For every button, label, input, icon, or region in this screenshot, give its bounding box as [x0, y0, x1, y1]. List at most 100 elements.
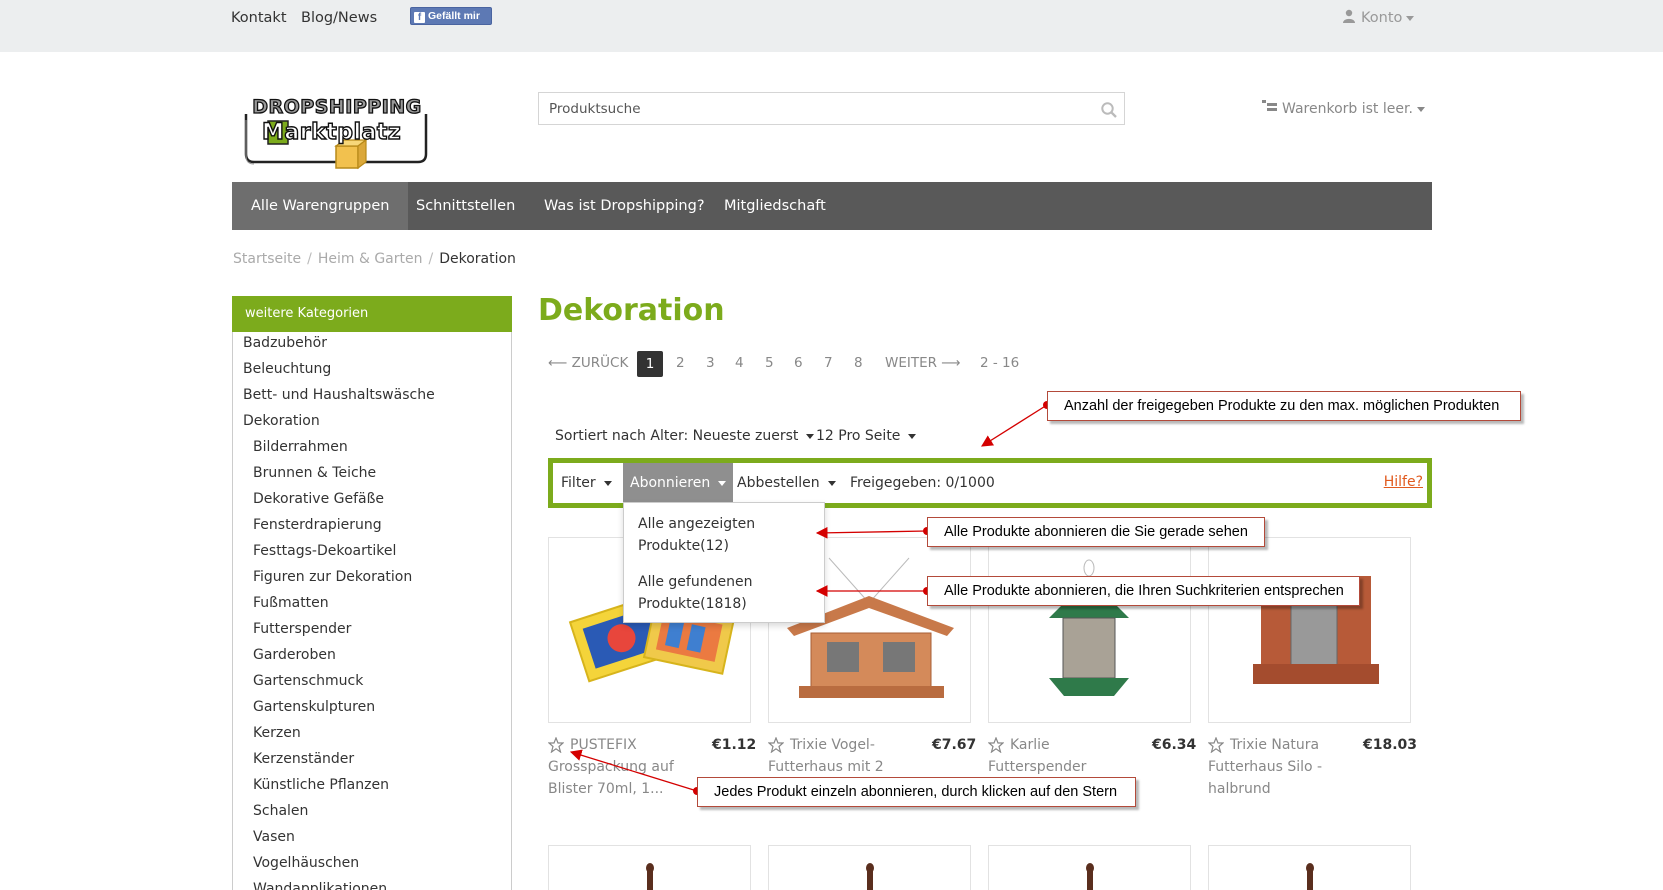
product-title[interactable]: PUSTEFIX Grosspackung auf Blister 70ml, …	[548, 734, 698, 800]
sidebar-subitem[interactable]: Gartenskulpturen	[253, 699, 375, 715]
facebook-like-button[interactable]: f Gefällt mir	[410, 7, 492, 25]
sidebar-subitem[interactable]: Figuren zur Dekoration	[253, 569, 412, 585]
main-nav: Alle Warengruppen Schnittstellen Was ist…	[232, 182, 1432, 230]
facebook-icon: f	[414, 12, 425, 23]
pagination-page-3[interactable]: 3	[706, 355, 715, 371]
user-icon	[1343, 9, 1355, 23]
category-sidebar: Badzubehör Beleuchtung Bett- und Haushal…	[232, 332, 512, 890]
hilfe-link[interactable]: Hilfe?	[1384, 463, 1423, 501]
pagination-page-6[interactable]: 6	[794, 355, 803, 371]
product-image[interactable]	[988, 537, 1191, 723]
cart-icon	[1262, 100, 1277, 111]
sidebar-subitem[interactable]: Kerzen	[253, 725, 301, 741]
menu-item-alle-gefundenen[interactable]: Alle gefundenen Produkte(1818)	[638, 571, 818, 615]
cart-label: Warenkorb ist leer.	[1282, 101, 1413, 117]
sidebar-item-bett-haushaltswaesche[interactable]: Bett- und Haushaltswäsche	[243, 387, 435, 403]
sidebar-subitem[interactable]: Vogelhäuschen	[253, 855, 359, 871]
nav-item-alle-warengruppen[interactable]: Alle Warengruppen	[232, 182, 409, 230]
abonnieren-label: Abonnieren	[630, 475, 711, 491]
sidebar-subitem[interactable]: Garderoben	[253, 647, 336, 663]
abbestellen-label: Abbestellen	[737, 475, 820, 491]
filter-label: Filter	[561, 475, 596, 491]
sidebar-subitem[interactable]: Schalen	[253, 803, 308, 819]
product-title[interactable]: Trixie Vogel-Futterhaus mit 2	[768, 734, 918, 778]
search-input[interactable]	[539, 93, 1079, 124]
product-image[interactable]	[1208, 537, 1411, 723]
pagination-page-4[interactable]: 4	[735, 355, 744, 371]
sidebar-item-badzubehoer[interactable]: Badzubehör	[243, 335, 327, 351]
pagination-page-5[interactable]: 5	[765, 355, 774, 371]
nav-item-was-ist-dropshipping[interactable]: Was ist Dropshipping?	[525, 182, 724, 230]
blog-news-link[interactable]: Blog/News	[301, 10, 377, 26]
chevron-down-icon	[827, 480, 836, 486]
filter-dropdown[interactable]: Filter	[561, 463, 612, 503]
sidebar-subitem[interactable]: Futterspender	[253, 621, 351, 637]
sidebar-subitem[interactable]: Fensterdrapierung	[253, 517, 382, 533]
menu-item-alle-angezeigten[interactable]: Alle angezeigten Produkte(12)	[638, 513, 818, 557]
logo[interactable]: DROPSHIPPING Marktplatz	[240, 95, 434, 180]
cart-menu[interactable]: Warenkorb ist leer.	[1262, 100, 1425, 117]
sidebar-subitem[interactable]: Fußmatten	[253, 595, 329, 611]
sidebar-subitem[interactable]: Vasen	[253, 829, 295, 845]
chevron-down-icon	[1416, 106, 1425, 112]
sidebar-item-dekoration[interactable]: Dekoration	[243, 413, 320, 429]
chevron-down-icon	[1406, 15, 1415, 21]
nav-item-mitgliedschaft[interactable]: Mitgliedschaft	[705, 182, 845, 230]
sidebar-subitem[interactable]: Künstliche Pflanzen	[253, 777, 389, 793]
abbestellen-dropdown[interactable]: Abbestellen	[737, 463, 836, 503]
pagination-next[interactable]: WEITER ⟶	[885, 355, 961, 371]
sidebar-subitem[interactable]: Gartenschmuck	[253, 673, 363, 689]
kontakt-link[interactable]: Kontakt	[231, 10, 287, 26]
breadcrumb: Startseite / Heim & Garten / Dekoration	[233, 251, 516, 267]
sidebar-subitem[interactable]: Dekorative Gefäße	[253, 491, 384, 507]
annotation-callout: Alle Produkte abonnieren die Sie gerade …	[927, 517, 1265, 547]
annotation-callout: Jedes Produkt einzeln abonnieren, durch …	[697, 777, 1136, 807]
nav-item-schnittstellen[interactable]: Schnittstellen	[397, 182, 534, 230]
sidebar-subitem[interactable]: Brunnen & Teiche	[253, 465, 376, 481]
product-title[interactable]: Trixie Natura Futterhaus Silo - halbrund	[1208, 734, 1358, 800]
pagination-prev[interactable]: ⟵ ZURÜCK	[548, 355, 628, 371]
chevron-down-icon	[908, 433, 917, 439]
product-price: €18.03	[1363, 737, 1418, 753]
account-menu[interactable]: Konto	[1342, 9, 1415, 26]
product-image[interactable]	[1208, 845, 1411, 890]
per-page-select[interactable]: 12 Pro Seite	[816, 428, 917, 444]
product-image[interactable]	[988, 845, 1191, 890]
chevron-down-icon	[603, 480, 612, 486]
product-image-placeholder	[646, 863, 654, 890]
pagination-page-1[interactable]: 1	[637, 351, 663, 377]
product-natura-futterhaus-image	[1253, 576, 1379, 684]
abonnieren-dropdown[interactable]: Abonnieren	[623, 463, 734, 503]
product-image[interactable]	[548, 845, 751, 890]
chevron-down-icon	[718, 480, 727, 486]
abonnieren-menu: Alle angezeigten Produkte(12) Alle gefun…	[623, 502, 825, 623]
sidebar-subitem[interactable]: Wandapplikationen	[253, 881, 387, 890]
freigegeben-count: Freigegeben: 0/1000	[850, 475, 995, 491]
account-label: Konto	[1361, 10, 1403, 26]
sort-select[interactable]: Sortiert nach Alter: Neueste zuerst	[555, 428, 815, 444]
chevron-down-icon	[806, 433, 815, 439]
top-bar: Kontakt Blog/News f Gefällt mir Konto	[0, 0, 1663, 52]
pagination-page-8[interactable]: 8	[854, 355, 863, 371]
search-icon[interactable]	[1100, 101, 1118, 119]
pagination-page-7[interactable]: 7	[824, 355, 833, 371]
sidebar-subitem[interactable]: Kerzenständer	[253, 751, 354, 767]
facebook-like-label: Gefällt mir	[428, 10, 480, 22]
product-price: €7.67	[932, 737, 977, 753]
annotation-callout: Alle Produkte abonnieren, die Ihren Such…	[927, 576, 1360, 606]
product-image[interactable]	[768, 845, 971, 890]
page-title: Dekoration	[538, 293, 725, 328]
product-image-placeholder	[866, 863, 874, 890]
sidebar-subitem[interactable]: Bilderrahmen	[253, 439, 348, 455]
sidebar-title: weitere Kategorien	[232, 296, 512, 332]
sidebar-subitem[interactable]: Festtags-Dekoartikel	[253, 543, 396, 559]
product-price: €1.12	[712, 737, 757, 753]
sidebar-item-beleuchtung[interactable]: Beleuchtung	[243, 361, 331, 377]
per-page-label: 12 Pro Seite	[816, 428, 901, 444]
breadcrumb-startseite[interactable]: Startseite	[233, 251, 301, 267]
product-karlie-futterspender-image	[1049, 559, 1129, 696]
pagination-page-2[interactable]: 2	[676, 355, 685, 371]
product-title[interactable]: Karlie Futterspender	[988, 734, 1138, 778]
breadcrumb-separator: /	[428, 251, 434, 267]
breadcrumb-heim-garten[interactable]: Heim & Garten	[318, 251, 423, 267]
